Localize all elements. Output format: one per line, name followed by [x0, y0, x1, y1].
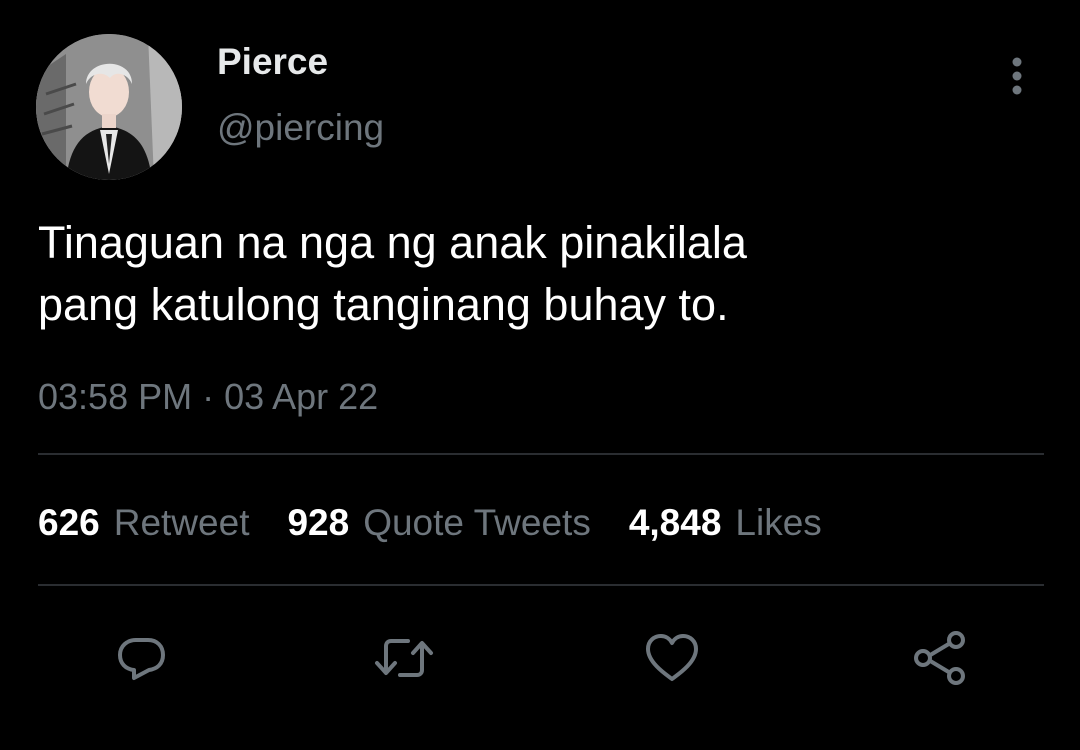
tweet-timestamp[interactable]: 03:58 PM · 03 Apr 22 — [38, 375, 378, 419]
like-button[interactable] — [640, 626, 704, 690]
share-icon — [914, 631, 965, 685]
reply-button[interactable] — [110, 626, 174, 690]
display-name[interactable]: Pierce — [217, 40, 328, 84]
quote-tweets-link[interactable]: 928 Quote Tweets — [287, 500, 590, 546]
divider — [38, 584, 1044, 586]
retweet-button[interactable] — [372, 626, 436, 690]
avatar-image — [36, 34, 182, 180]
share-button[interactable] — [908, 626, 972, 690]
tweet-card: Pierce @piercing Tinaguan na nga ng anak… — [0, 0, 1080, 750]
reply-icon — [118, 638, 165, 680]
user-handle[interactable]: @piercing — [217, 106, 384, 150]
vertical-ellipsis-icon — [1012, 57, 1022, 95]
tweet-text: Tinaguan na nga ng anak pinakilala pang … — [38, 217, 747, 330]
quote-tweets-label: Quote Tweets — [363, 502, 591, 543]
retweet-icon — [375, 639, 433, 677]
retweet-count-link[interactable]: 626 Retweet — [38, 500, 249, 546]
heart-icon — [646, 634, 698, 681]
likes-count: 4,848 — [628, 502, 722, 543]
more-options-button[interactable] — [998, 54, 1036, 98]
likes-label: Likes — [735, 502, 822, 543]
avatar[interactable] — [36, 34, 182, 180]
quote-tweets-count: 928 — [287, 502, 350, 543]
likes-link[interactable]: 4,848 Likes — [629, 500, 822, 546]
retweet-label: Retweet — [113, 502, 250, 543]
tweet-stats: 626 Retweet 928 Quote Tweets 4,848 Likes — [38, 500, 822, 546]
retweet-count: 626 — [38, 502, 100, 543]
divider — [38, 453, 1044, 455]
